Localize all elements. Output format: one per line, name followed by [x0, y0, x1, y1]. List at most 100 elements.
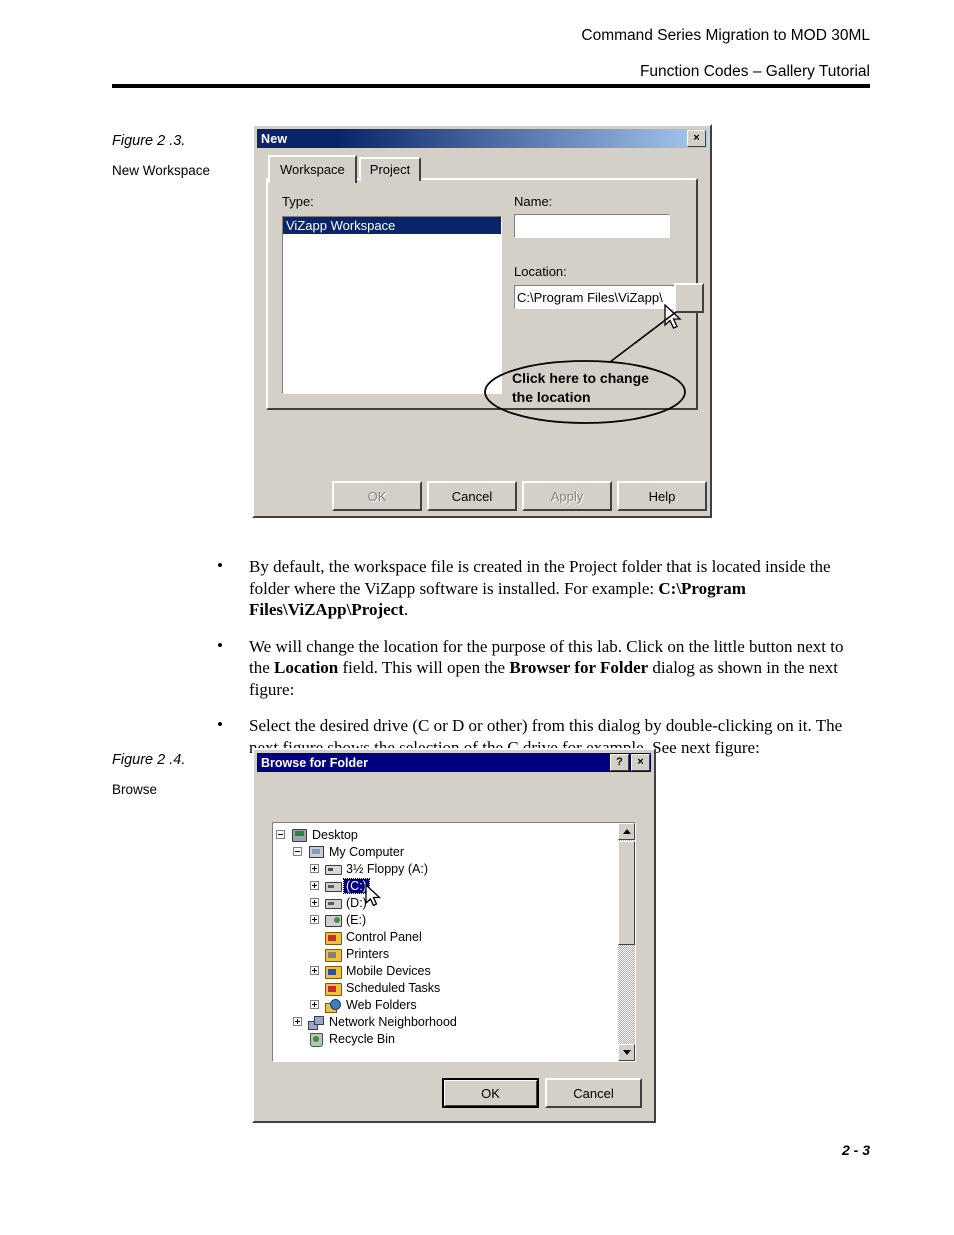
collapse-minus-icon[interactable] — [290, 843, 307, 860]
tree-item[interactable]: (C:) — [273, 877, 618, 894]
header-title-line1: Command Series Migration to MOD 30ML — [581, 27, 870, 44]
tree-item-label: (D:) — [346, 895, 367, 910]
bullet-marker: • — [217, 635, 223, 655]
location-input[interactable]: C:\Program Files\ViZapp\ — [514, 285, 675, 309]
header-subtitle-line2: Function Codes – Gallery Tutorial — [639, 63, 870, 80]
help-icon[interactable]: ? — [610, 754, 629, 771]
figure-2-3-number: Figure 2 .3. — [112, 133, 186, 149]
desktop-icon — [290, 827, 308, 843]
list-item: • By default, the workspace file is crea… — [213, 556, 868, 621]
expand-plus-icon[interactable] — [307, 860, 324, 877]
tree-vertical-scrollbar[interactable] — [618, 823, 635, 1061]
expand-plus-icon[interactable] — [307, 877, 324, 894]
computer-icon — [307, 844, 325, 860]
folder-tree[interactable]: Desktop My Computer 3½ Floppy (A:) (C:) (D:)… — [273, 826, 618, 1047]
figure-2-4-label: Browse — [112, 782, 158, 797]
tree-item-label: (E:) — [346, 912, 367, 927]
tree-item[interactable]: Scheduled Tasks — [273, 979, 618, 996]
scheduled-tasks-icon — [324, 980, 342, 996]
apply-button[interactable]: Apply — [522, 481, 612, 511]
tree-item-label: Printers — [346, 946, 390, 961]
scroll-up-icon[interactable] — [618, 823, 635, 840]
bullet-2-part2: field. This will open the — [338, 658, 510, 677]
tree-item[interactable]: Control Panel — [273, 928, 618, 945]
new-workspace-dialog: New × Workspace Project Type: ViZapp Wor… — [252, 124, 712, 518]
tree-item[interactable]: 3½ Floppy (A:) — [273, 860, 618, 877]
expand-plus-icon[interactable] — [307, 894, 324, 911]
tree-item-label: Web Folders — [346, 997, 417, 1012]
page-number: 2 - 3 — [841, 1142, 870, 1158]
name-label: Name: — [514, 194, 553, 209]
drive-icon — [324, 878, 342, 894]
tree-item[interactable]: Desktop — [273, 826, 618, 843]
cancel-button[interactable]: Cancel — [545, 1078, 642, 1108]
ok-button[interactable]: OK — [332, 481, 422, 511]
folder-tree-panel[interactable]: Desktop My Computer 3½ Floppy (A:) (C:) (D:)… — [272, 822, 636, 1062]
expand-plus-icon[interactable] — [307, 996, 324, 1013]
floppy-icon — [324, 861, 342, 877]
bullet-1-text: By default, the workspace file is create… — [249, 556, 868, 621]
tree-item-label: Scheduled Tasks — [346, 980, 441, 995]
close-icon[interactable]: × — [687, 130, 706, 147]
tree-item-label: Recycle Bin — [329, 1031, 395, 1046]
recycle-bin-icon — [307, 1031, 325, 1047]
figure-2-4-number: Figure 2 .4. — [112, 752, 186, 768]
browse-location-button[interactable] — [674, 283, 704, 313]
network-icon — [307, 1014, 325, 1030]
type-listbox[interactable]: ViZapp Workspace — [282, 216, 502, 394]
expand-plus-icon[interactable] — [307, 962, 324, 979]
bullet-2-text: We will change the location for the purp… — [249, 636, 868, 701]
figure-2-3-caption: Figure 2 .3. New Workspace — [112, 133, 210, 178]
printers-icon — [324, 946, 342, 962]
bullet-marker: • — [217, 556, 223, 575]
scrollbar-thumb[interactable] — [618, 841, 635, 945]
figure-2-3-label: New Workspace — [112, 163, 211, 178]
ok-button[interactable]: OK — [442, 1078, 539, 1108]
tree-item[interactable]: (D:) — [273, 894, 618, 911]
callout-line2: the location — [512, 389, 591, 405]
expand-plus-icon[interactable] — [290, 1013, 307, 1030]
list-item: • We will change the location for the pu… — [213, 636, 868, 701]
tree-item[interactable]: My Computer — [273, 843, 618, 860]
callout-annotation: Click here to change the location — [492, 358, 692, 416]
control-panel-icon — [324, 929, 342, 945]
browse-dialog-titlebar: Browse for Folder ? × — [257, 753, 651, 772]
tree-item[interactable]: (E:) — [273, 911, 618, 928]
web-folders-icon — [324, 997, 342, 1013]
tree-item[interactable]: Printers — [273, 945, 618, 962]
tree-item-label: Mobile Devices — [346, 963, 431, 978]
tree-item[interactable]: Web Folders — [273, 996, 618, 1013]
drive-icon — [324, 895, 342, 911]
new-dialog-titlebar: New × — [257, 129, 707, 148]
callout-line1: Click here to change — [512, 370, 649, 386]
close-icon[interactable]: × — [631, 754, 650, 771]
cancel-button[interactable]: Cancel — [427, 481, 517, 511]
header-rule — [112, 84, 870, 88]
figure-2-4-caption: Figure 2 .4. Browse — [112, 752, 185, 797]
scroll-down-icon[interactable] — [618, 1044, 635, 1061]
tree-item-label: Desktop — [312, 827, 358, 842]
tab-project[interactable]: Project — [358, 157, 422, 181]
tree-item[interactable]: Recycle Bin — [273, 1030, 618, 1047]
browse-dialog-title: Browse for Folder — [261, 755, 368, 770]
collapse-minus-icon[interactable] — [273, 826, 290, 843]
name-input[interactable] — [514, 214, 670, 238]
tree-item-label: (C:) — [343, 877, 370, 894]
document-page: Command Series Migration to MOD 30ML Fun… — [0, 0, 954, 1235]
browse-for-folder-dialog: Browse for Folder ? × Desktop My Computer… — [252, 748, 656, 1123]
bullet-1-part2: . — [403, 600, 409, 619]
list-item[interactable]: ViZapp Workspace — [283, 217, 501, 234]
body-bullet-list: • By default, the workspace file is crea… — [213, 556, 868, 773]
tree-item-label: Network Neighborhood — [329, 1014, 457, 1029]
new-dialog-title: New — [261, 131, 288, 146]
tab-workspace[interactable]: Workspace — [268, 155, 357, 183]
bullet-2-bold: Location — [274, 658, 339, 677]
bullet-2-bold2: Browser for Folder — [509, 658, 649, 677]
help-button[interactable]: Help — [617, 481, 707, 511]
tree-item[interactable]: Mobile Devices — [273, 962, 618, 979]
tree-item[interactable]: Network Neighborhood — [273, 1013, 618, 1030]
tree-item-label: Control Panel — [346, 929, 422, 944]
expand-plus-icon[interactable] — [307, 911, 324, 928]
new-dialog-tabstrip: Workspace Project — [268, 155, 422, 183]
